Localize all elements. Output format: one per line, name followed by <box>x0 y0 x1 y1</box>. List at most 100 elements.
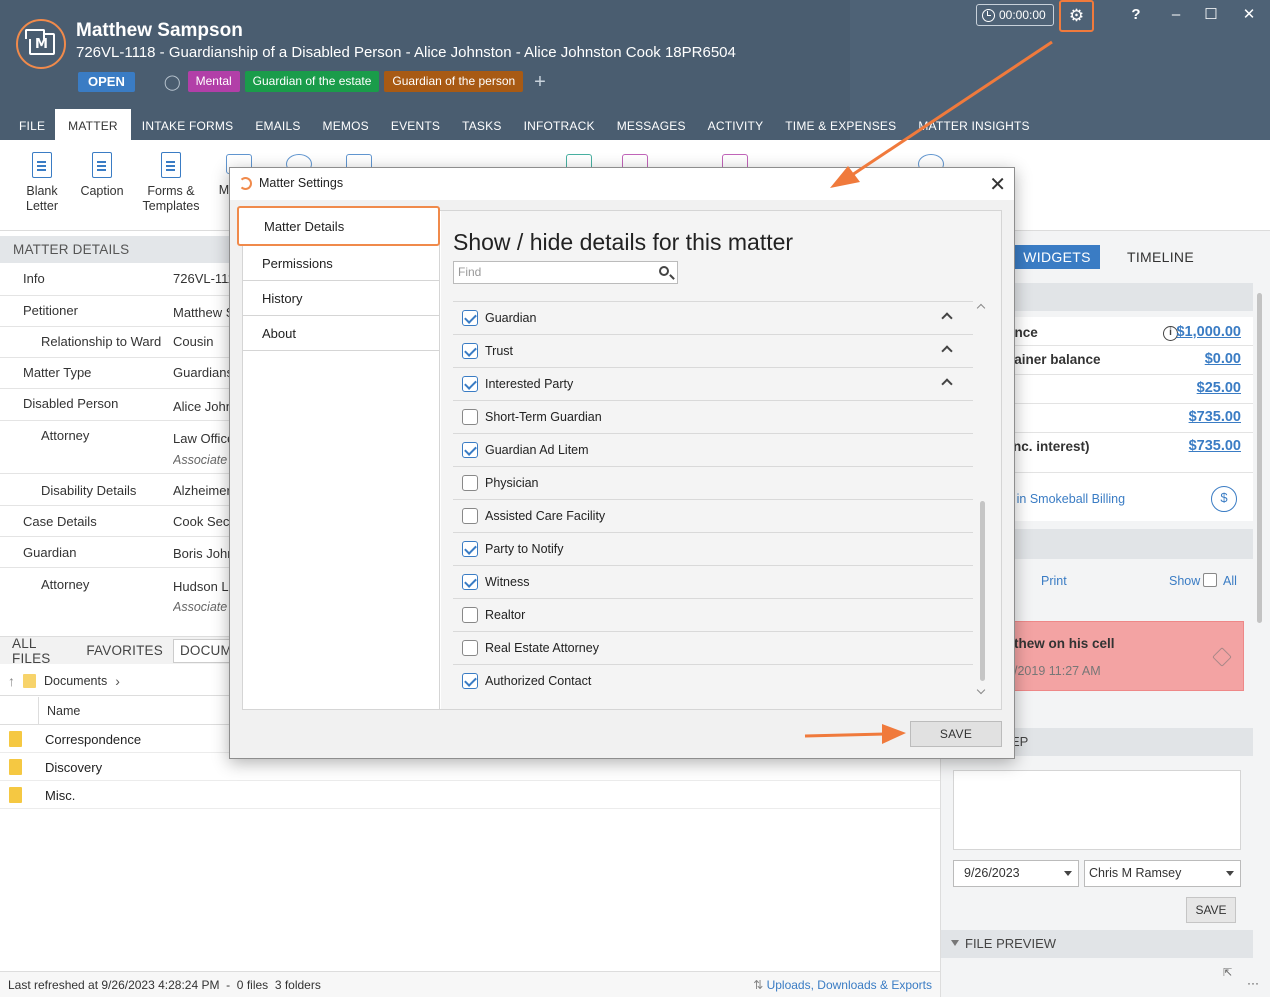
tab-all-files[interactable]: ALL FILES <box>0 636 86 666</box>
tag-guardian-person[interactable]: Guardian of the person <box>384 71 524 92</box>
scroll-up-icon[interactable] <box>976 303 986 313</box>
file-preview-header[interactable]: FILE PREVIEW <box>941 930 1253 958</box>
detail-row-disability-details[interactable]: Disability Details Alzheimer's <box>0 474 230 506</box>
list-item[interactable]: Witness <box>453 566 973 599</box>
list-item[interactable]: Trust <box>453 335 973 368</box>
tab-messages[interactable]: MESSAGES <box>606 109 697 140</box>
list-item[interactable]: Assisted Care Facility <box>453 500 973 533</box>
chevron-up-icon[interactable] <box>941 312 953 324</box>
list-item[interactable]: Guardian Ad Litem <box>453 434 973 467</box>
expand-icon[interactable]: ⇱ <box>1223 966 1232 979</box>
tab-infotrack[interactable]: INFOTRACK <box>513 109 606 140</box>
checkbox[interactable] <box>462 541 478 557</box>
user-select[interactable]: Chris M Ramsey <box>1084 860 1241 887</box>
more-icon[interactable]: ··· <box>1247 976 1259 990</box>
close-window-button[interactable]: ✕ <box>1237 4 1261 26</box>
scroll-thumb[interactable] <box>980 501 985 681</box>
chevron-right-icon[interactable]: › <box>115 673 120 689</box>
help-button[interactable]: ? <box>1124 4 1148 26</box>
tab-intake-forms[interactable]: INTAKE FORMS <box>131 109 245 140</box>
smokeball-billing-link[interactable]: r in Smokeball Billing <box>1009 492 1125 506</box>
list-item[interactable]: Guardian <box>453 302 973 335</box>
breadcrumb-documents[interactable]: Documents <box>44 674 107 688</box>
tab-timeline[interactable]: TIMELINE <box>1127 249 1194 265</box>
status-badge[interactable]: OPEN <box>78 71 135 92</box>
detail-row-matter-type[interactable]: Matter Type Guardianship <box>0 358 230 389</box>
detail-row-info[interactable]: Info 726VL-1118 <box>0 264 230 296</box>
list-item[interactable]: Interested Party <box>453 368 973 401</box>
tag-guardian-estate[interactable]: Guardian of the estate <box>244 71 380 92</box>
settings-gear-icon[interactable]: ⚙ <box>1059 0 1094 32</box>
list-item[interactable]: Short-Term Guardian <box>453 401 973 434</box>
list-item[interactable]: Party to Notify <box>453 533 973 566</box>
column-name[interactable]: Name <box>38 697 80 725</box>
list-scrollbar[interactable] <box>976 301 987 699</box>
list-item[interactable]: Real Estate Attorney <box>453 632 973 665</box>
uploads-link[interactable]: ⇅ Uploads, Downloads & Exports <box>753 978 932 992</box>
list-item[interactable]: Physician <box>453 467 973 500</box>
detail-row-petitioner[interactable]: Petitioner Matthew Sampson <box>0 296 230 327</box>
print-link[interactable]: Print <box>1041 574 1067 588</box>
dollar-icon[interactable]: $ <box>1211 486 1237 512</box>
tab-tasks[interactable]: TASKS <box>451 109 512 140</box>
up-arrow-icon[interactable]: ↑ <box>8 673 15 689</box>
blank-letter-button[interactable]: Blank Letter <box>22 152 62 214</box>
list-item[interactable]: Authorized Contact <box>453 665 973 698</box>
checkbox[interactable] <box>462 508 478 524</box>
next-step-textarea[interactable] <box>953 770 1241 850</box>
show-link[interactable]: Show <box>1169 574 1200 588</box>
pin-icon[interactable] <box>1212 647 1232 667</box>
tab-emails[interactable]: EMAILS <box>244 109 311 140</box>
detail-row-attorney[interactable]: Attorney Law Office Associate Attorney <box>0 421 230 474</box>
all-link[interactable]: All <box>1223 574 1237 588</box>
detail-row-case-details[interactable]: Case Details Cook Second <box>0 506 230 537</box>
close-icon[interactable]: ✕ <box>989 172 1006 197</box>
checkbox[interactable] <box>462 574 478 590</box>
chevron-up-icon[interactable] <box>941 378 953 390</box>
next-step-save-button[interactable]: SAVE <box>1186 897 1236 923</box>
detail-row-relationship[interactable]: Relationship to Ward Cousin <box>0 327 230 358</box>
tag-mental[interactable]: Mental <box>187 71 240 92</box>
file-row[interactable]: Misc. <box>0 781 940 809</box>
forms-templates-button[interactable]: Forms & Templates <box>140 152 202 214</box>
checkbox[interactable] <box>462 409 478 425</box>
checkbox[interactable] <box>462 376 478 392</box>
find-input[interactable]: Find <box>453 261 678 284</box>
tab-time-expenses[interactable]: TIME & EXPENSES <box>774 109 907 140</box>
list-item[interactable]: Realtor <box>453 599 973 632</box>
nav-permissions[interactable]: Permissions <box>243 246 439 281</box>
nav-matter-details[interactable]: Matter Details <box>237 206 440 246</box>
caption-button[interactable]: Caption <box>78 152 126 199</box>
tab-activity[interactable]: ACTIVITY <box>697 109 775 140</box>
tab-memos[interactable]: MEMOS <box>312 109 380 140</box>
add-tag-icon[interactable]: + <box>534 72 546 92</box>
checkbox[interactable] <box>462 640 478 656</box>
tab-matter-insights[interactable]: MATTER INSIGHTS <box>907 109 1040 140</box>
scroll-down-icon[interactable] <box>976 685 986 695</box>
checkbox[interactable] <box>462 607 478 623</box>
checkbox[interactable] <box>462 442 478 458</box>
matter-details-header[interactable]: MATTER DETAILS <box>0 236 230 263</box>
show-all-checkbox[interactable] <box>1203 573 1217 587</box>
detail-row-guardian-attorney[interactable]: Attorney Hudson Law Associate Attorney <box>0 568 230 621</box>
date-select[interactable]: 9/26/2023 <box>953 860 1079 887</box>
tab-file[interactable]: FILE <box>0 109 55 140</box>
tag-icon[interactable]: ◯ <box>164 73 181 91</box>
timer-button[interactable]: 00:00:00 <box>976 4 1054 26</box>
nav-about[interactable]: About <box>243 316 439 351</box>
minimize-button[interactable]: – <box>1164 4 1188 26</box>
checkbox[interactable] <box>462 673 478 689</box>
tab-matter[interactable]: MATTER <box>55 109 131 140</box>
checkbox[interactable] <box>462 475 478 491</box>
right-panel-scrollbar[interactable] <box>1254 283 1264 641</box>
dialog-save-button[interactable]: SAVE <box>910 721 1002 747</box>
detail-row-disabled-person[interactable]: Disabled Person Alice Johnston <box>0 389 230 421</box>
maximize-button[interactable]: ☐ <box>1199 4 1223 26</box>
tab-events[interactable]: EVENTS <box>380 109 451 140</box>
detail-row-guardian[interactable]: Guardian Boris Johnston <box>0 537 230 568</box>
tab-documents[interactable]: DOCUMENTS <box>172 638 230 663</box>
checkbox[interactable] <box>462 343 478 359</box>
search-icon[interactable] <box>659 266 669 276</box>
tab-widgets[interactable]: WIDGETS <box>1014 245 1100 269</box>
chevron-up-icon[interactable] <box>941 345 953 357</box>
